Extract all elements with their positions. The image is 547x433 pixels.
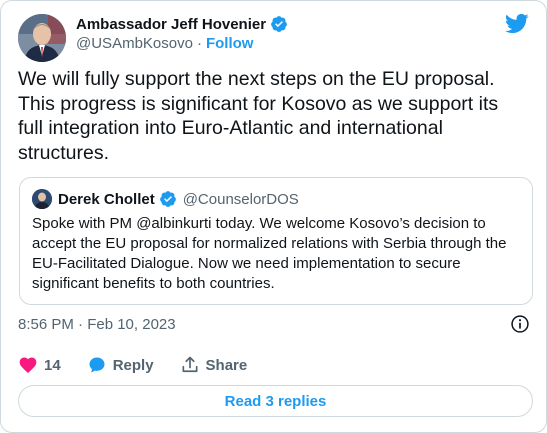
share-button[interactable]: Share bbox=[180, 355, 248, 375]
verified-badge-icon bbox=[159, 191, 176, 207]
separator-dot: · bbox=[196, 35, 202, 52]
quoted-tweet[interactable]: Derek Chollet @CounselorDOS Spoke with P… bbox=[19, 177, 533, 305]
reply-label: Reply bbox=[112, 356, 154, 374]
quoted-author-avatar[interactable] bbox=[32, 189, 52, 209]
quoted-tweet-text: Spoke with PM @albinkurti today. We welc… bbox=[32, 215, 507, 292]
author-handle[interactable]: @USAmbKosovo bbox=[76, 35, 193, 52]
like-count: 14 bbox=[44, 356, 61, 374]
author-name[interactable]: Ambassador Jeff Hovenier bbox=[76, 16, 266, 33]
tweet-card: Ambassador Jeff Hovenier @USAmbKosovo · … bbox=[0, 0, 547, 433]
tweet-text: We will fully support the next steps on … bbox=[18, 68, 499, 164]
reply-button[interactable]: Reply bbox=[87, 355, 154, 375]
info-icon[interactable] bbox=[510, 314, 530, 334]
author-handle-row: @USAmbKosovo · Follow bbox=[76, 35, 253, 52]
action-bar: 14 Reply Share bbox=[18, 355, 273, 375]
quoted-header: Derek Chollet @CounselorDOS bbox=[58, 190, 299, 208]
author-name-row: Ambassador Jeff Hovenier bbox=[76, 15, 288, 33]
author-avatar[interactable] bbox=[18, 14, 66, 62]
quoted-author-name[interactable]: Derek Chollet bbox=[58, 191, 155, 208]
heart-icon bbox=[19, 357, 37, 373]
share-label: Share bbox=[205, 356, 248, 374]
twitter-bird-icon[interactable] bbox=[504, 11, 529, 36]
reply-bubble-icon bbox=[89, 357, 105, 373]
tweet-timestamp[interactable]: 8:56 PM · Feb 10, 2023 bbox=[18, 316, 176, 333]
read-replies-button[interactable]: Read 3 replies bbox=[18, 385, 533, 417]
like-button[interactable]: 14 bbox=[18, 355, 61, 375]
share-icon bbox=[182, 356, 198, 373]
verified-badge-icon bbox=[271, 16, 287, 32]
quoted-author-handle[interactable]: @CounselorDOS bbox=[183, 191, 299, 208]
follow-button[interactable]: Follow bbox=[206, 35, 254, 52]
